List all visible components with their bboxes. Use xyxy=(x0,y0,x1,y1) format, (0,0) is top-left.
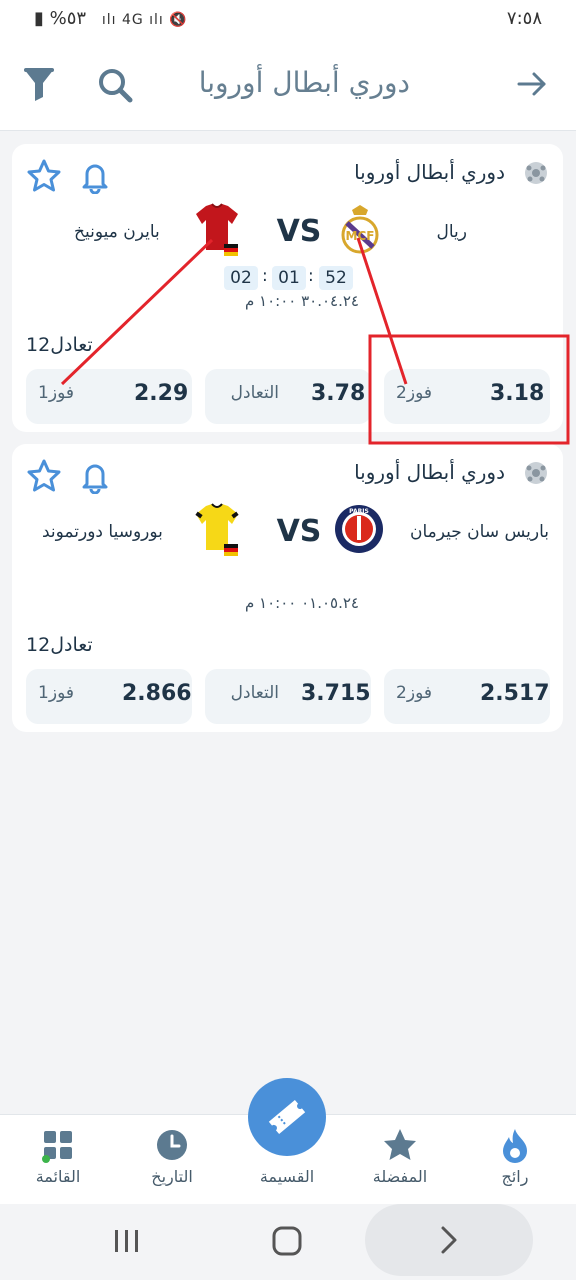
battery-percent: %٥٣ xyxy=(49,8,87,29)
countdown-hours: 02 xyxy=(224,266,258,290)
countdown-colon: : xyxy=(308,266,314,286)
market-label: 1تعادل2 xyxy=(26,334,93,356)
versus-label: VS xyxy=(276,214,322,249)
nav-label: التاريخ xyxy=(151,1167,193,1186)
real-madrid-crest-icon: MCF xyxy=(338,204,382,258)
nav-history[interactable]: التاريخ xyxy=(122,1115,222,1205)
favorite-star-icon[interactable] xyxy=(26,458,62,494)
countdown-minutes: 01 xyxy=(272,266,306,290)
odd-button-away-win[interactable]: 2.517 فوز2 xyxy=(384,669,550,724)
odd-button-home-win[interactable]: 2.866 فوز1 xyxy=(26,669,192,724)
countdown-colon: : xyxy=(262,266,268,286)
dortmund-jersey-icon xyxy=(192,502,242,560)
recent-apps-icon[interactable] xyxy=(110,1224,144,1258)
system-navigation-bar xyxy=(0,1204,576,1280)
nav-label: رائج xyxy=(501,1167,529,1186)
home-team-name: ريال xyxy=(436,222,467,242)
signal-icons: ılı 4G ılı 🔇 xyxy=(101,12,188,28)
svg-text:MCF: MCF xyxy=(346,229,375,243)
svg-text:PARIS: PARIS xyxy=(349,508,369,515)
odd-button-draw[interactable]: 3.78 التعادل xyxy=(205,369,371,424)
nav-label: القسيمة xyxy=(259,1167,315,1186)
football-icon xyxy=(523,460,549,486)
odd-value: 2.29 xyxy=(134,381,189,406)
psg-crest-icon: PARIS xyxy=(334,504,384,554)
status-bar: ▮ %٥٣ ılı 4G ılı 🔇 ٧:٥٨ xyxy=(0,0,576,38)
odd-label: فوز1 xyxy=(38,383,74,403)
ticket-icon xyxy=(266,1096,308,1138)
page-title: دوري أبطال أوروبا xyxy=(198,66,410,99)
nav-favorites[interactable]: المفضلة xyxy=(350,1115,450,1205)
countdown-seconds: 52 xyxy=(319,266,353,290)
odd-label: التعادل xyxy=(230,383,279,403)
top-bar: دوري أبطال أوروبا xyxy=(0,38,576,131)
versus-label: VS xyxy=(276,514,322,549)
clock-icon xyxy=(154,1127,190,1163)
match-card[interactable]: دوري أبطال أوروبا ريال MCF VS بايرن ميون… xyxy=(12,144,563,432)
league-name: دوري أبطال أوروبا xyxy=(354,160,505,184)
back-arrow-icon[interactable] xyxy=(516,68,548,100)
away-team-name: بوروسيا دورتموند xyxy=(42,522,163,542)
odd-label: فوز2 xyxy=(396,383,432,403)
match-datetime: ٣٠.٠٤.٢٤ ١٠:٠٠ م xyxy=(244,292,359,310)
odd-label: فوز2 xyxy=(396,683,432,703)
bayern-jersey-icon xyxy=(192,202,242,260)
back-gesture-pill[interactable] xyxy=(365,1204,533,1276)
battery-icon: ▮ xyxy=(34,8,44,29)
odd-value: 2.866 xyxy=(122,681,192,706)
league-name: دوري أبطال أوروبا xyxy=(354,460,505,484)
odd-button-draw[interactable]: 3.715 التعادل xyxy=(205,669,371,724)
flame-icon xyxy=(499,1127,531,1163)
home-team-name: باريس سان جيرمان xyxy=(409,522,549,542)
nav-menu[interactable]: القائمة xyxy=(8,1115,108,1205)
filter-icon[interactable] xyxy=(22,66,56,102)
odd-label: التعادل xyxy=(230,683,279,703)
back-chevron-icon xyxy=(433,1224,465,1256)
odd-button-away-win[interactable]: 3.18 فوز2 xyxy=(384,369,550,424)
away-team-name: بايرن ميونيخ xyxy=(74,222,160,242)
bell-icon[interactable] xyxy=(78,158,112,194)
odd-value: 3.715 xyxy=(301,681,371,706)
bell-icon[interactable] xyxy=(78,458,112,494)
odd-value: 2.517 xyxy=(480,681,550,706)
nav-label: القائمة xyxy=(35,1167,81,1186)
nav-label: المفضلة xyxy=(372,1167,428,1186)
match-datetime: ٠١.٠٥.٢٤ ١٠:٠٠ م xyxy=(244,594,359,612)
odd-label: فوز1 xyxy=(38,683,74,703)
search-icon[interactable] xyxy=(96,66,134,104)
odd-value: 3.78 xyxy=(311,381,366,406)
star-icon xyxy=(382,1127,418,1163)
status-left: ▮ %٥٣ ılı 4G ılı 🔇 xyxy=(34,8,188,29)
nav-trending[interactable]: رائج xyxy=(465,1115,565,1205)
status-time: ٧:٥٨ xyxy=(506,8,542,29)
odd-value: 3.18 xyxy=(490,381,545,406)
grid-icon xyxy=(42,1129,76,1163)
market-label: 1تعادل2 xyxy=(26,634,93,656)
odd-button-home-win[interactable]: 2.29 فوز1 xyxy=(26,369,192,424)
home-icon[interactable] xyxy=(270,1224,304,1258)
match-card[interactable]: دوري أبطال أوروبا باريس سان جيرمان PARIS… xyxy=(12,444,563,732)
favorite-star-icon[interactable] xyxy=(26,158,62,194)
betslip-fab-button[interactable] xyxy=(248,1078,326,1156)
football-icon xyxy=(523,160,549,186)
